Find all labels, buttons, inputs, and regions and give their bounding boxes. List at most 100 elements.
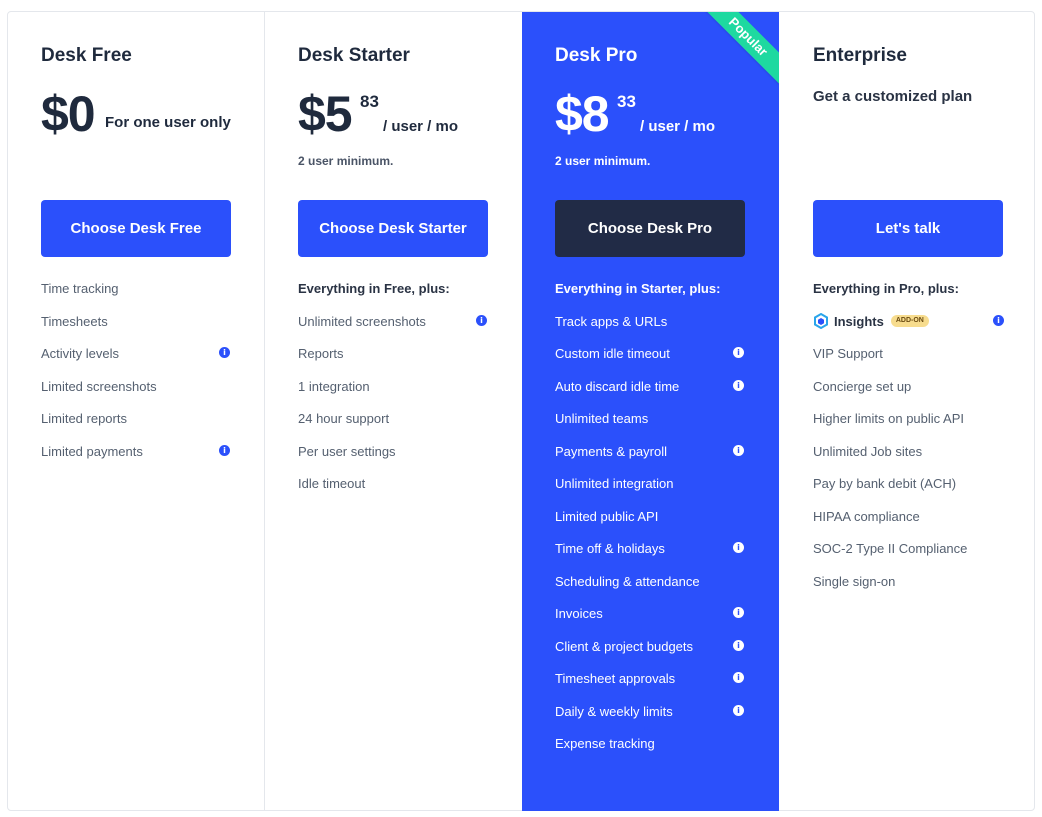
info-icon[interactable]: i	[733, 542, 744, 553]
info-icon[interactable]: i	[219, 444, 230, 456]
feature-label: Unlimited screenshots	[298, 313, 426, 329]
feature-item: Idle timeout	[298, 475, 492, 508]
plan-name: Desk Free	[41, 45, 132, 66]
feature-item: Higher limits on public API	[813, 410, 1007, 443]
plan-card-enterprise: Enterprise Get a customized plan Let's t…	[779, 12, 1034, 811]
feature-label: Per user settings	[298, 443, 396, 459]
price-block: $5 83 / user / mo	[298, 84, 458, 144]
info-icon[interactable]: i	[733, 704, 744, 716]
feature-item: Timesheet approvals i	[555, 670, 749, 703]
feature-label: SOC-2 Type II Compliance	[813, 541, 968, 556]
feature-label: Single sign-on	[813, 573, 896, 589]
feature-item: Auto discard idle time i	[555, 378, 749, 411]
price-amount: $0	[41, 86, 96, 142]
feature-label: Custom idle timeout	[555, 346, 670, 361]
feature-lead: Everything in Pro, plus:	[813, 281, 959, 296]
feature-label: VIP Support	[813, 346, 883, 361]
info-icon[interactable]: i	[993, 314, 1004, 326]
price-note: For one user only	[105, 114, 231, 131]
info-icon[interactable]: i	[733, 672, 744, 683]
feature-label: Daily & weekly limits	[555, 703, 673, 719]
feature-item: HIPAA compliance	[813, 508, 1007, 541]
info-icon[interactable]: i	[733, 347, 744, 358]
feature-item: Unlimited screenshots i	[298, 313, 492, 346]
feature-item: Daily & weekly limits i	[555, 703, 749, 736]
feature-item: Activity levels i	[41, 345, 235, 378]
price-cents: 83	[360, 92, 379, 111]
feature-item: Custom idle timeout i	[555, 345, 749, 378]
feature-list: Time tracking Timesheets Activity levels i L…	[41, 280, 235, 475]
feature-label: Limited public API	[555, 508, 659, 524]
feature-item: Per user settings	[298, 443, 492, 476]
insights-row: Insights ADD-ON	[813, 313, 1007, 330]
feature-item: SOC-2 Type II Compliance	[813, 540, 1007, 573]
feature-label: Idle timeout	[298, 476, 366, 491]
feature-item: Limited public API	[555, 508, 749, 541]
feature-label: Scheduling & attendance	[555, 573, 700, 589]
feature-list: Everything in Pro, plus: Insights ADD-ON…	[813, 280, 1007, 345]
feature-label: Unlimited integration	[555, 476, 674, 491]
feature-item: Expense tracking	[555, 735, 749, 768]
feature-label: Unlimited Job sites	[813, 443, 923, 459]
plan-name: Enterprise	[813, 45, 907, 66]
feature-item: Limited screenshots	[41, 378, 235, 411]
choose-desk-starter-button[interactable]: Choose Desk Starter	[298, 200, 488, 257]
feature-label: Timesheets	[41, 313, 108, 329]
feature-lead: Everything in Starter, plus:	[555, 281, 721, 296]
feature-item: Unlimited Job sites	[813, 443, 1007, 476]
choose-desk-pro-button[interactable]: Choose Desk Pro	[555, 200, 745, 257]
feature-label: Pay by bank debit (ACH)	[813, 476, 957, 491]
feature-label: 24 hour support	[298, 411, 390, 426]
feature-label: Limited screenshots	[41, 378, 157, 394]
feature-label: Expense tracking	[555, 736, 655, 751]
insights-logo-icon	[814, 313, 828, 329]
plan-tagline: Get a customized plan	[813, 88, 973, 105]
feature-item: Limited payments i	[41, 443, 235, 476]
feature-label: Time tracking	[41, 281, 119, 296]
feature-item: Scheduling & attendance	[555, 573, 749, 606]
feature-label: HIPAA compliance	[813, 508, 920, 524]
choose-desk-free-button[interactable]: Choose Desk Free	[41, 200, 231, 257]
lets-talk-button[interactable]: Let's talk	[813, 200, 1003, 257]
plan-card-desk-free: Desk Free $0 For one user only Choose De…	[8, 12, 265, 811]
feature-label: Time off & holidays	[555, 541, 665, 556]
plan-card-desk-starter: Desk Starter $5 83 / user / mo 2 user mi…	[265, 12, 522, 811]
feature-item-insights: Insights ADD-ON i	[813, 313, 1007, 346]
plan-name: Desk Pro	[555, 45, 638, 66]
minimum-note: 2 user minimum.	[555, 154, 651, 168]
feature-item: Time tracking	[41, 280, 235, 313]
feature-item: Track apps & URLs	[555, 313, 749, 346]
feature-item: Time off & holidays i	[555, 540, 749, 573]
feature-label: Track apps & URLs	[555, 313, 668, 329]
feature-item: Reports	[298, 345, 492, 378]
feature-label: Concierge set up	[813, 378, 912, 394]
feature-lead: Everything in Free, plus:	[298, 281, 450, 296]
feature-label: Unlimited teams	[555, 411, 649, 426]
minimum-note: 2 user minimum.	[298, 154, 394, 168]
feature-item: VIP Support	[813, 345, 1007, 378]
info-icon[interactable]: i	[733, 379, 744, 391]
popular-ribbon: Popular	[701, 12, 779, 84]
info-icon[interactable]: i	[733, 607, 744, 618]
feature-label: Higher limits on public API	[813, 411, 965, 426]
feature-list-extra: VIP Support Concierge set up Higher limits…	[813, 345, 1007, 605]
feature-item: 24 hour support	[298, 410, 492, 443]
info-icon[interactable]: i	[476, 314, 487, 326]
feature-item: Unlimited teams	[555, 410, 749, 443]
feature-item: Invoices i	[555, 605, 749, 638]
info-icon[interactable]: i	[219, 347, 230, 358]
feature-item: Single sign-on	[813, 573, 1007, 606]
info-icon[interactable]: i	[733, 639, 744, 651]
feature-label: Limited payments	[41, 443, 143, 459]
info-icon[interactable]: i	[733, 444, 744, 456]
feature-label: Auto discard idle time	[555, 378, 680, 394]
insights-label: Insights	[834, 313, 884, 329]
feature-label: Limited reports	[41, 411, 127, 426]
feature-label: 1 integration	[298, 378, 370, 394]
price-block: $0 For one user only	[41, 84, 231, 144]
feature-label: Client & project budgets	[555, 638, 694, 654]
plan-card-desk-pro: Popular Desk Pro $8 33 / user / mo 2 use…	[522, 12, 779, 811]
popular-ribbon-wrap: Popular	[699, 12, 779, 92]
price-block: $8 33 / user / mo	[555, 84, 715, 144]
price-amount: $8	[555, 86, 610, 142]
